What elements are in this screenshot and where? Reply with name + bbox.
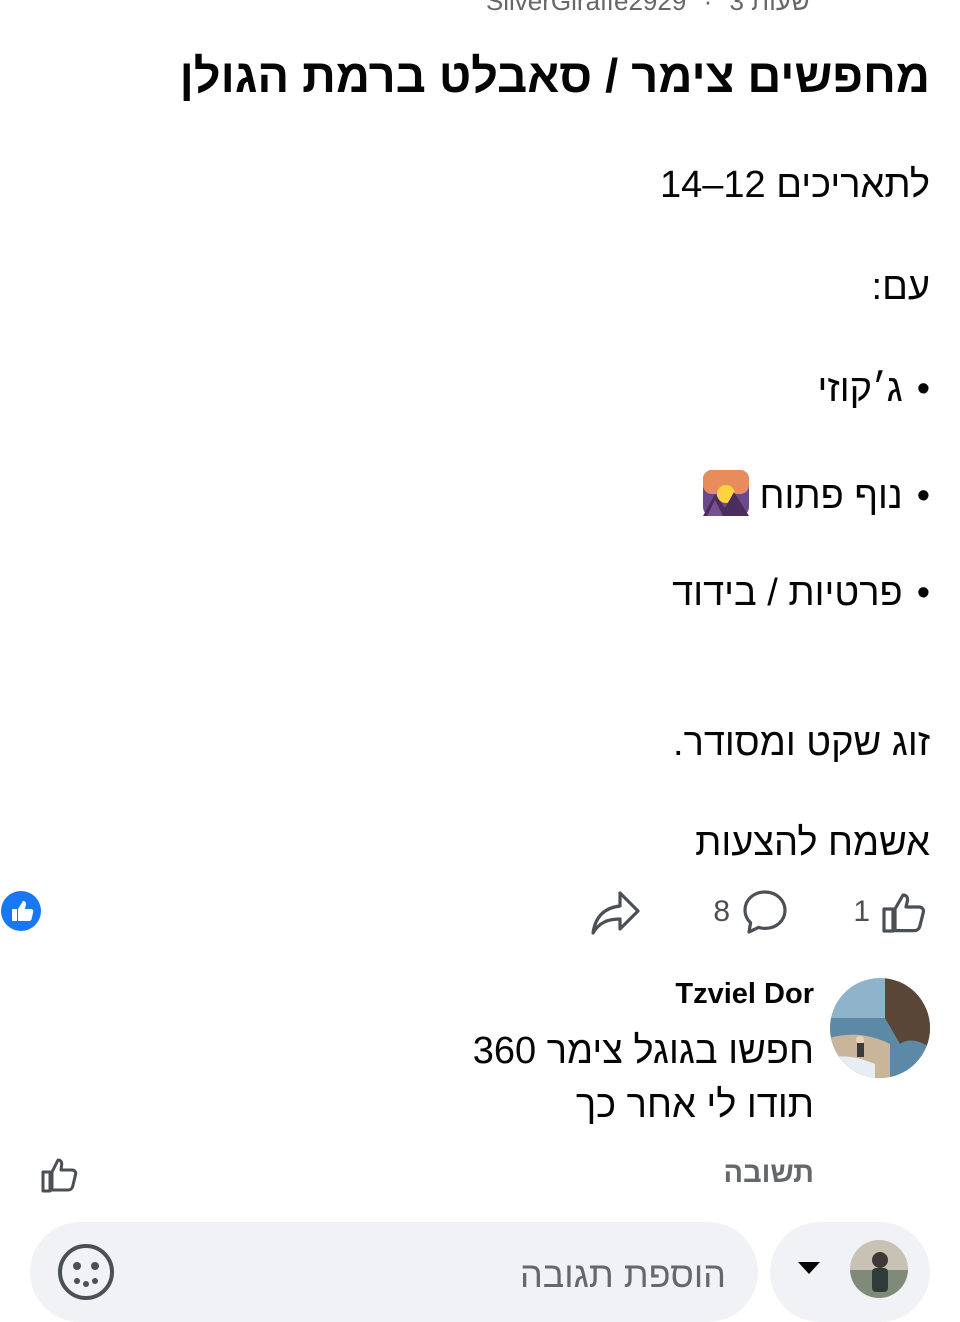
like-count: 1 xyxy=(853,895,870,928)
meta-separator: · xyxy=(703,0,713,16)
bullet-text: ג׳קוזי xyxy=(817,368,903,410)
post-time: שעות 3 xyxy=(729,0,810,16)
comment-like-icon[interactable] xyxy=(40,1154,82,1196)
comment-button[interactable]: 8 xyxy=(713,886,790,938)
post-with-label: עם: xyxy=(871,266,930,308)
sunrise-over-mountains-icon xyxy=(703,470,750,516)
comment-text-line-1: חפשו בגוגל צימר 360 xyxy=(472,1030,814,1072)
post-description: זוג שקט ומסודר. xyxy=(673,722,930,764)
bullet-text: פרטיות / בידוד xyxy=(672,572,903,614)
bullet-dot: • xyxy=(916,368,930,410)
thumbs-up-icon xyxy=(882,893,926,933)
comment-bubble-icon xyxy=(743,890,787,934)
bullet-jacuzzi: • ג׳קוזי xyxy=(818,368,930,411)
comment-text-line-2: תודו לי אחר כך xyxy=(575,1084,814,1126)
emoji-icon[interactable] xyxy=(56,1242,116,1302)
bullet-dot: • xyxy=(916,572,930,614)
share-arrow-icon xyxy=(591,891,640,935)
chevron-down-icon[interactable] xyxy=(798,1262,820,1274)
bullet-privacy: • פרטיות / בידוד xyxy=(672,572,930,615)
comment-input-placeholder: הוספת תגובה xyxy=(519,1254,726,1295)
post-title: מחפשים צימר / סאבלט ברמת הגולן xyxy=(179,49,930,102)
current-user-avatar[interactable] xyxy=(850,1240,908,1298)
bullet-view: • נוף פתוח xyxy=(703,470,930,518)
post-dates: לתאריכים 12–14 xyxy=(660,164,930,206)
like-button[interactable]: 1 xyxy=(853,886,930,938)
post-header-meta: שעות 3 · SilverGiraffe2929 xyxy=(486,0,810,17)
reply-button[interactable]: תשובה xyxy=(724,1157,815,1190)
post-author[interactable]: SilverGiraffe2929 xyxy=(486,0,686,16)
comment-count: 8 xyxy=(713,895,730,928)
commenter-avatar[interactable] xyxy=(830,978,930,1078)
post-closing: אשמח להצעות xyxy=(695,822,930,864)
share-button[interactable] xyxy=(590,886,642,938)
bullet-dot: • xyxy=(916,475,930,517)
like-reaction-icon[interactable] xyxy=(0,890,42,932)
commenter-name[interactable]: Tzviel Dor xyxy=(675,978,814,1011)
author-avatar[interactable] xyxy=(830,0,930,18)
bullet-text: נוף פתוח xyxy=(759,475,903,517)
